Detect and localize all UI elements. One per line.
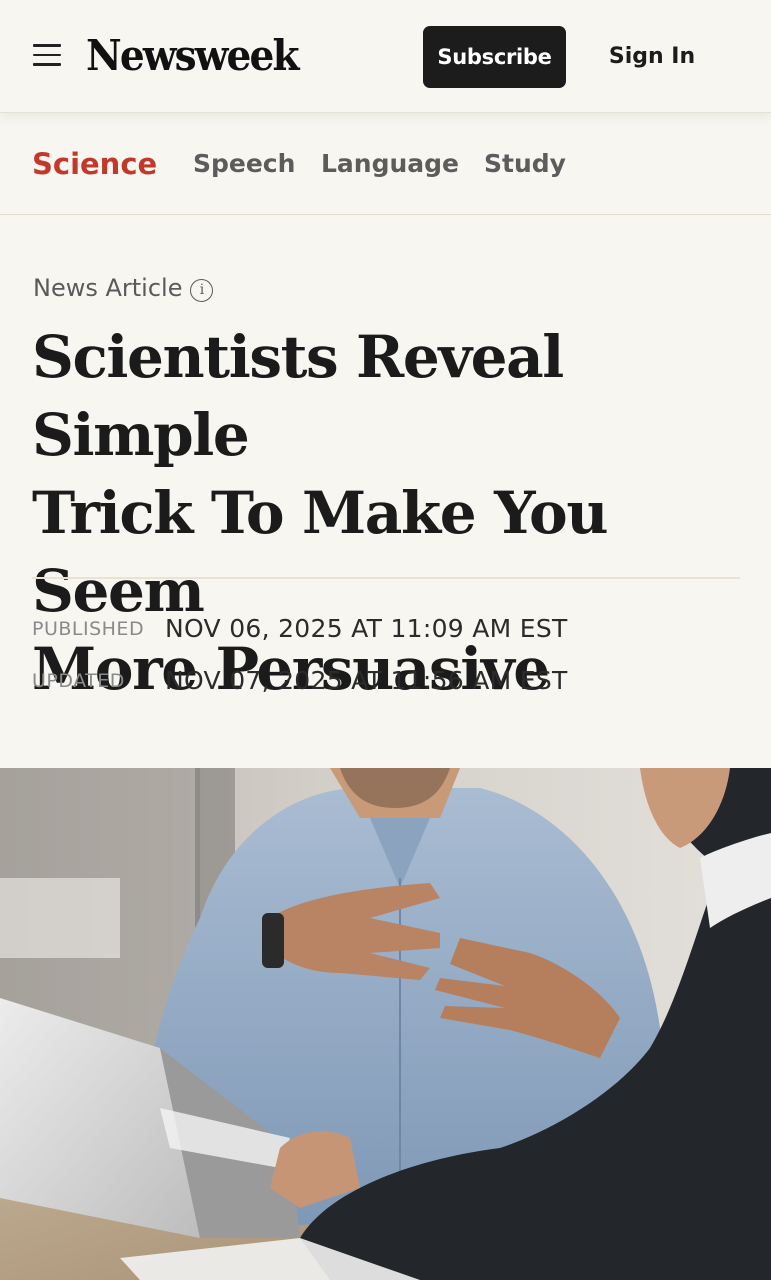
hamburger-menu-icon[interactable] — [33, 44, 61, 66]
hero-photo-illustration — [0, 768, 771, 1280]
topic-nav: Science Speech Language Study — [0, 113, 771, 215]
newsweek-logo[interactable]: Newsweek — [86, 28, 300, 84]
subscribe-button[interactable]: Subscribe — [423, 26, 566, 88]
published-date: NOV 06, 2025 AT 11:09 AM EST — [165, 614, 568, 643]
updated-date: NOV 07, 2025 AT 11:56 AM EST — [165, 666, 568, 695]
headline-line-1: Scientists Reveal Simple — [32, 323, 564, 469]
updated-row: UPDATED NOV 07, 2025 AT 11:56 AM EST — [32, 663, 732, 699]
topic-language[interactable]: Language — [321, 146, 459, 182]
topic-speech[interactable]: Speech — [193, 146, 295, 182]
sign-in-link[interactable]: Sign In — [596, 26, 708, 88]
topic-science[interactable]: Science — [32, 146, 157, 182]
hero-image — [0, 768, 771, 1280]
topic-study[interactable]: Study — [484, 146, 566, 182]
article-type: News Article i — [33, 270, 214, 306]
meta-divider — [32, 577, 740, 579]
published-row: PUBLISHED NOV 06, 2025 AT 11:09 AM EST — [32, 611, 732, 647]
article-type-label: News Article — [33, 274, 183, 302]
site-header: Newsweek Subscribe Sign In — [0, 0, 771, 113]
info-icon[interactable]: i — [190, 279, 214, 302]
published-label: PUBLISHED — [32, 618, 145, 640]
updated-label: UPDATED — [32, 670, 125, 692]
headline-line-2: Trick To Make You Seem — [32, 479, 608, 625]
article-headline: Scientists Reveal Simple Trick To Make Y… — [32, 318, 752, 708]
